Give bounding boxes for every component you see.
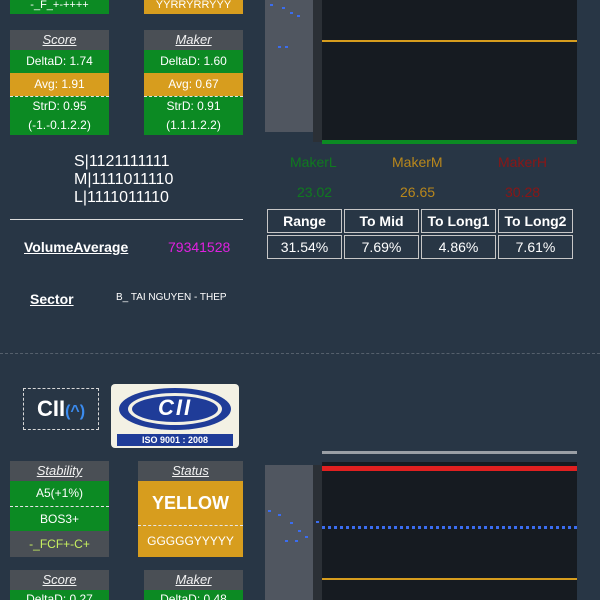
ticker-box[interactable]: CII(^) — [23, 388, 99, 430]
stability-line1: A5(+1%) — [10, 481, 109, 506]
signal-l: L|1111011110 — [74, 189, 169, 206]
score-card-title: Score — [10, 30, 109, 50]
chart-dot — [285, 46, 288, 48]
status-card: Status YELLOW GGGGGYYYYY — [138, 461, 243, 557]
stats-table: Range To Mid To Long1 To Long2 31.54% 7.… — [265, 207, 575, 261]
chart-dot — [290, 12, 293, 14]
bottom-chart-area — [322, 462, 577, 600]
top-chart-gold-line — [322, 40, 577, 42]
maker-range: (1.1.1.2.2) — [144, 117, 243, 135]
chart-dot — [278, 46, 281, 48]
bottom-score-delta: DeltaD: 0.27 — [10, 590, 109, 600]
stats-value: 7.61% — [498, 235, 573, 259]
section-divider — [0, 353, 600, 354]
score-strd: StrD: 0.95 — [10, 96, 109, 117]
maker-l-name: MakerL — [290, 154, 337, 170]
stats-header: To Mid — [344, 209, 419, 233]
chart-dot — [268, 510, 271, 512]
signal-block: S|1121111111 M|1111011110 L|1111011110 — [74, 153, 173, 207]
maker-card-title: Maker — [144, 30, 243, 50]
maker-avg: Avg: 0.67 — [144, 73, 243, 96]
bottom-chart-panel — [265, 465, 313, 600]
stability-line2: BOS3+ — [10, 506, 109, 531]
top-chart-panel — [265, 0, 313, 132]
bottom-chart-top-line — [322, 451, 577, 454]
chart-dot — [290, 522, 293, 524]
stability-card-title: Stability — [10, 461, 109, 481]
bottom-score-card: Score DeltaD: 0.27 — [10, 570, 109, 600]
signal-m: M|1111011110 — [74, 171, 174, 188]
chart-dot — [305, 536, 308, 538]
chart-dot — [298, 530, 301, 532]
stats-value-row: 31.54% 7.69% 4.86% 7.61% — [267, 235, 573, 259]
signal-s: S|1121111111 — [74, 153, 170, 170]
bottom-chart-red-line — [322, 466, 577, 471]
volume-value: 79341528 — [168, 239, 231, 255]
sector-value: B_ TAI NGUYEN - THEP — [116, 292, 227, 303]
maker-m-name: MakerM — [392, 154, 443, 170]
logo-caption: ISO 9001 : 2008 — [117, 434, 233, 446]
status-card-title: Status — [138, 461, 243, 481]
top-chart-area — [322, 0, 577, 144]
chart-dot — [285, 540, 288, 542]
bottom-maker-title: Maker — [144, 570, 243, 590]
stats-header: To Long2 — [498, 209, 573, 233]
volume-label: VolumeAverage — [24, 239, 129, 255]
score-card: Score DeltaD: 1.74 Avg: 1.91 StrD: 0.95 … — [10, 30, 109, 135]
stability-card: Stability A5(+1%) BOS3+ -_FCF+-C+ — [10, 461, 109, 557]
maker-l-value: 23.02 — [297, 184, 333, 200]
card-a-partial-code: -_F_+-++++ — [10, 0, 109, 14]
card-a-partial: -_F_+-++++ — [10, 0, 109, 14]
maker-h-name: MakerH — [498, 154, 548, 170]
card-b-partial-code: YYRRYRRYYY — [144, 0, 243, 14]
top-chart-green-line — [322, 140, 577, 144]
chart-dot — [278, 514, 281, 516]
maker-strd: StrD: 0.91 — [144, 96, 243, 117]
maker-delta: DeltaD: 1.60 — [144, 50, 243, 73]
status-value: YELLOW — [138, 481, 243, 525]
bottom-chart-gold-line — [322, 578, 577, 580]
card-b-partial: YYRRYRRYYY — [144, 0, 243, 14]
bottom-maker-card: Maker DeltaD: 0.48 — [144, 570, 243, 600]
score-avg: Avg: 1.91 — [10, 73, 109, 96]
score-delta: DeltaD: 1.74 — [10, 50, 109, 73]
company-logo: CII ISO 9001 : 2008 — [111, 384, 239, 448]
stats-header: Range — [267, 209, 342, 233]
stats-value: 31.54% — [267, 235, 342, 259]
stats-value: 4.86% — [421, 235, 496, 259]
stats-header: To Long1 — [421, 209, 496, 233]
maker-h-value: 30.28 — [505, 184, 541, 200]
bottom-chart-blue-dotted-line — [322, 526, 577, 529]
ticker-suffix: (^) — [65, 403, 86, 420]
chart-dot — [297, 15, 300, 17]
stats-header-row: Range To Mid To Long1 To Long2 — [267, 209, 573, 233]
stats-value: 7.69% — [344, 235, 419, 259]
sector-label: Sector — [30, 291, 74, 307]
logo-letters: CII — [157, 395, 193, 420]
bottom-score-title: Score — [10, 570, 109, 590]
ticker-symbol: CII — [36, 396, 66, 421]
divider — [10, 219, 243, 220]
score-range: (-1.-0.1.2.2) — [10, 117, 109, 135]
bottom-maker-delta: DeltaD: 0.48 — [144, 590, 243, 600]
chart-dot — [316, 521, 319, 523]
maker-m-value: 26.65 — [400, 184, 436, 200]
chart-dot — [282, 7, 285, 9]
chart-dot — [295, 540, 298, 542]
maker-card: Maker DeltaD: 1.60 Avg: 0.67 StrD: 0.91 … — [144, 30, 243, 135]
stability-line3: -_FCF+-C+ — [10, 531, 109, 557]
chart-dot — [270, 4, 273, 6]
status-code: GGGGGYYYYY — [138, 525, 243, 557]
